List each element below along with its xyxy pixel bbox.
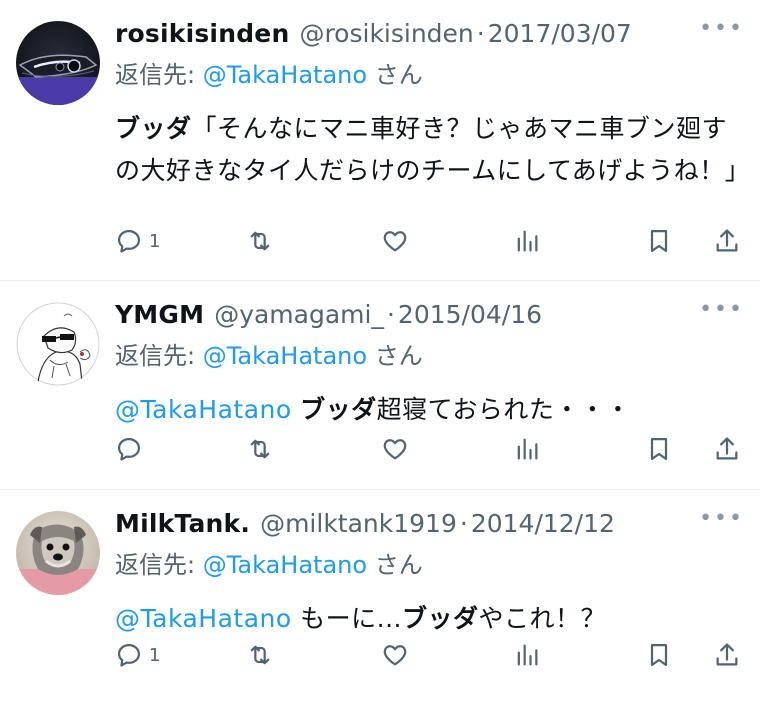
tweet-text-bold: ブッダ — [300, 395, 377, 424]
reply-to-mention[interactable]: @TakaHatano — [203, 61, 367, 89]
bookmark-icon — [650, 643, 668, 667]
retweet-button[interactable] — [246, 226, 274, 256]
more-options-icon[interactable]: ••• — [699, 16, 744, 41]
reply-to-mention[interactable]: @TakaHatano — [203, 551, 367, 579]
reply-feed: rosikisinden @rosikisinden · 2017/03/07 … — [0, 0, 760, 719]
tweet-text-main: やこれ！？ — [478, 604, 607, 633]
tweet[interactable]: YMGM @yamagami_ · 2015/04/16 ••• 返信先: @T… — [0, 281, 760, 490]
reply-to-mention[interactable]: @TakaHatano — [203, 342, 367, 370]
reply-to-label: 返信先: — [115, 342, 203, 370]
bookmark-button[interactable] — [645, 226, 673, 256]
reply-to-label: 返信先: — [115, 551, 203, 579]
reply-button[interactable]: 1 — [115, 640, 160, 670]
reply-to-line: 返信先: @TakaHatano さん — [115, 56, 744, 94]
tweet-actions: 1 — [115, 226, 745, 256]
reply-icon — [117, 437, 141, 461]
tweet-content: rosikisinden @rosikisinden · 2017/03/07 … — [115, 14, 750, 192]
views-button[interactable] — [513, 434, 541, 464]
tweet-header: rosikisinden @rosikisinden · 2017/03/07 — [115, 14, 744, 54]
like-button[interactable] — [381, 434, 409, 464]
more-options-icon[interactable]: ••• — [699, 506, 744, 531]
like-button[interactable] — [381, 226, 409, 256]
more-options-icon[interactable]: ••• — [699, 297, 744, 322]
reply-to-line: 返信先: @TakaHatano さん — [115, 337, 744, 375]
bookmark-icon — [650, 437, 668, 461]
tweet-text-bold: ブッダ — [402, 604, 479, 633]
heart-icon — [383, 439, 407, 460]
share-button[interactable] — [713, 434, 741, 464]
separator-dot: · — [476, 19, 485, 48]
views-chart-icon — [517, 644, 538, 666]
retweet-icon — [250, 231, 270, 251]
tweet-actions: 1 — [115, 640, 745, 670]
share-button[interactable] — [713, 226, 741, 256]
retweet-button[interactable] — [246, 640, 274, 670]
reply-to-line: 返信先: @TakaHatano さん — [115, 546, 744, 584]
retweet-icon — [250, 439, 270, 459]
share-icon — [716, 229, 738, 252]
tweet-date[interactable]: 2017/03/07 — [488, 14, 632, 54]
display-name[interactable]: YMGM — [115, 295, 204, 335]
retweet-button[interactable] — [246, 434, 274, 464]
tweet-mention[interactable]: @TakaHatano — [115, 395, 292, 424]
like-button[interactable] — [381, 640, 409, 670]
tweet-header: YMGM @yamagami_ · 2015/04/16 — [115, 295, 744, 335]
tweet-text-pre: もーに... — [291, 604, 402, 633]
reply-button[interactable] — [115, 434, 149, 464]
tweet-text: ブッダ「そんなにマニ車好き？じゃあマニ車ブン廻すの大好きなタイ人だらけのチームに… — [115, 108, 750, 192]
separator-dot: · — [459, 509, 468, 538]
bookmark-button[interactable] — [645, 640, 673, 670]
reply-to-suffix: さん — [367, 551, 423, 579]
dog-avatar-image — [16, 511, 100, 595]
retweet-icon — [250, 645, 270, 665]
user-handle[interactable]: @rosikisinden — [299, 14, 473, 54]
avatar[interactable] — [16, 302, 100, 386]
tweet[interactable]: MilkTank. @milktank1919 · 2014/12/12 •••… — [0, 490, 760, 719]
reply-to-suffix: さん — [367, 61, 423, 89]
views-chart-icon — [517, 438, 538, 460]
tweet[interactable]: rosikisinden @rosikisinden · 2017/03/07 … — [0, 0, 760, 281]
reply-button[interactable]: 1 — [115, 226, 160, 256]
tweet-actions — [115, 434, 745, 464]
display-name[interactable]: rosikisinden — [115, 14, 289, 54]
views-button[interactable] — [513, 226, 541, 256]
tweet-date[interactable]: 2014/12/12 — [471, 504, 615, 544]
share-icon — [716, 437, 738, 460]
tweet-text: @TakaHatano もーに...ブッダやこれ！？ — [115, 598, 744, 640]
tweet-content: YMGM @yamagami_ · 2015/04/16 ••• 返信先: @T… — [115, 295, 744, 431]
tweet-content: MilkTank. @milktank1919 · 2014/12/12 •••… — [115, 504, 744, 640]
heart-icon — [383, 645, 407, 666]
bookmark-button[interactable] — [645, 434, 673, 464]
reply-count: 1 — [149, 644, 161, 666]
avatar[interactable] — [16, 511, 100, 595]
reply-icon — [117, 229, 141, 253]
views-button[interactable] — [513, 640, 541, 670]
sketch-avatar-image — [16, 302, 100, 386]
tweet-text-main: 超寝ておられた・・・ — [376, 395, 631, 424]
user-handle[interactable]: @yamagami_ — [214, 295, 384, 335]
avatar[interactable] — [16, 21, 100, 105]
tweet-date[interactable]: 2015/04/16 — [398, 295, 542, 335]
car-headlight-avatar-image — [16, 21, 100, 105]
share-icon — [716, 643, 738, 666]
tweet-text: @TakaHatano ブッダ超寝ておられた・・・ — [115, 389, 744, 431]
reply-icon — [117, 643, 141, 667]
display-name[interactable]: MilkTank. — [115, 504, 250, 544]
share-button[interactable] — [713, 640, 741, 670]
tweet-mention[interactable]: @TakaHatano — [115, 604, 292, 633]
reply-to-suffix: さん — [367, 342, 423, 370]
heart-icon — [383, 231, 407, 252]
reply-to-label: 返信先: — [115, 61, 203, 89]
tweet-text-bold: ブッダ — [115, 114, 192, 143]
tweet-text-main: 「そんなにマニ車好き？じゃあマニ車ブン廻すの大好きなタイ人だらけのチームにしてあ… — [115, 114, 751, 185]
user-handle[interactable]: @milktank1919 — [260, 504, 457, 544]
views-chart-icon — [517, 230, 538, 252]
separator-dot: · — [386, 300, 395, 329]
reply-count: 1 — [149, 230, 161, 252]
bookmark-icon — [650, 229, 668, 253]
tweet-header: MilkTank. @milktank1919 · 2014/12/12 — [115, 504, 744, 544]
